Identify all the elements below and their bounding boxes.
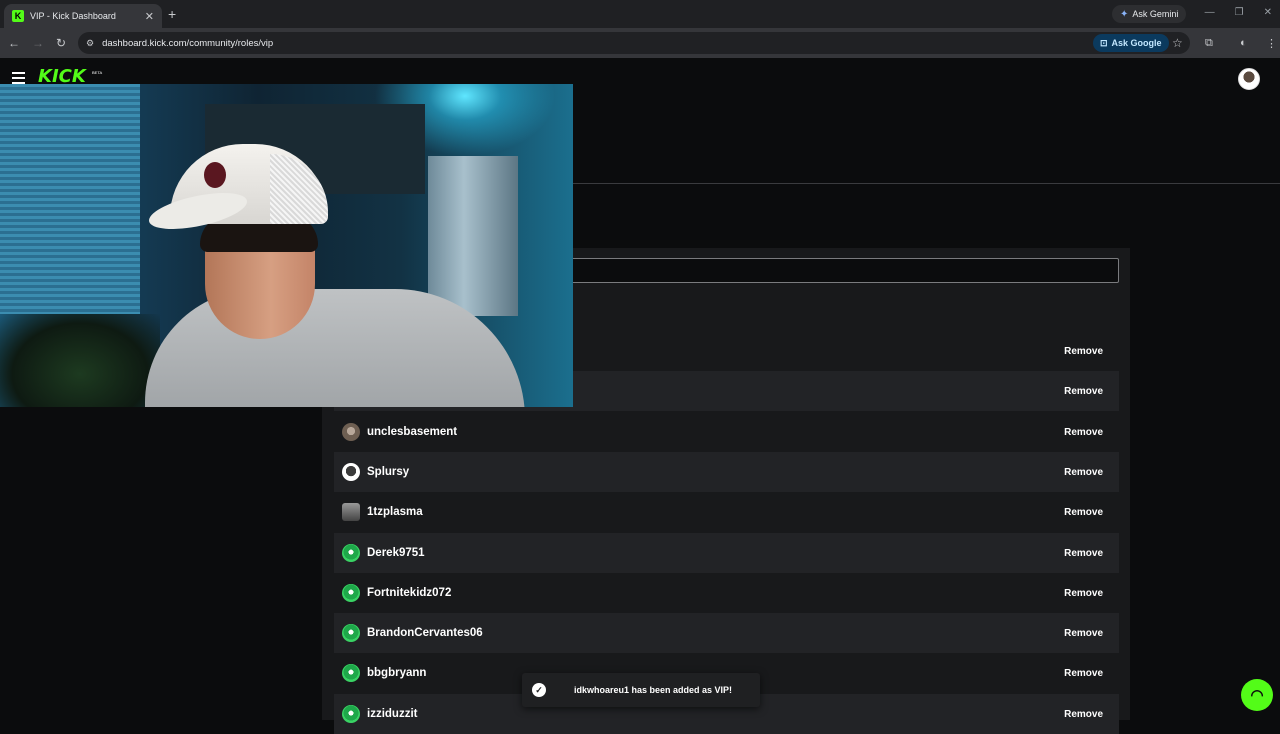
vip-avatar [342, 584, 360, 602]
restore-icon[interactable]: ❐ [1235, 7, 1244, 18]
vip-row: unclesbasement Remove [334, 412, 1119, 452]
reload-icon[interactable]: ↻ [56, 36, 66, 50]
header-divider [573, 183, 1280, 184]
tab-title: VIP - Kick Dashboard [30, 11, 116, 21]
remove-button[interactable]: Remove [1064, 346, 1103, 357]
remove-button[interactable]: Remove [1064, 588, 1103, 599]
vip-row: Derek9751 Remove [334, 533, 1119, 573]
vip-avatar [342, 624, 360, 642]
site-info-icon[interactable]: ⚙ [86, 38, 94, 49]
remove-button[interactable]: Remove [1064, 628, 1103, 639]
vip-row: Fortnitekidz072 Remove [334, 573, 1119, 613]
remove-button[interactable]: Remove [1064, 386, 1103, 397]
bookmark-star-icon[interactable]: ☆ [1172, 36, 1183, 50]
vip-row: BrandonCervantes06 Remove [334, 613, 1119, 653]
browser-tabbar: K VIP - Kick Dashboard ✕ + ✦ Ask Gemini … [0, 0, 1280, 28]
close-window-icon[interactable]: ✕ [1264, 7, 1272, 18]
vip-avatar [342, 423, 360, 441]
support-chat-button[interactable]: ◠ [1241, 679, 1273, 711]
toast-notification: ✓ idkwhoareu1 has been added as VIP! [522, 673, 760, 707]
remove-button[interactable]: Remove [1064, 548, 1103, 559]
vip-username[interactable]: Derek9751 [367, 547, 425, 559]
vip-username[interactable]: unclesbasement [367, 426, 457, 438]
beta-badge: BETA [92, 70, 103, 75]
vip-avatar [342, 503, 360, 521]
vip-avatar [342, 544, 360, 562]
window-controls: — ❐ ✕ [1205, 7, 1272, 18]
back-icon[interactable]: ← [8, 36, 20, 50]
ask-gemini-label: Ask Gemini [1132, 9, 1179, 19]
user-avatar[interactable] [1238, 68, 1260, 90]
vip-username[interactable]: bbgbryann [367, 667, 426, 679]
vip-username[interactable]: Fortnitekidz072 [367, 587, 451, 599]
ask-gemini-button[interactable]: ✦ Ask Gemini [1112, 5, 1187, 23]
vip-row: 1tzplasma Remove [334, 492, 1119, 532]
ask-google-button[interactable]: ⊡ Ask Google [1093, 34, 1169, 52]
lens-icon: ⊡ [1100, 37, 1108, 48]
close-tab-icon[interactable]: ✕ [145, 10, 154, 23]
remove-button[interactable]: Remove [1064, 709, 1103, 720]
gemini-spark-icon: ✦ [1120, 8, 1129, 20]
kick-favicon-icon: K [12, 10, 24, 22]
vip-username[interactable]: 1tzplasma [367, 506, 423, 518]
checkmark-icon: ✓ [532, 683, 546, 697]
remove-button[interactable]: Remove [1064, 427, 1103, 438]
headset-icon: ◠ [1250, 687, 1264, 704]
vip-avatar [342, 705, 360, 723]
remove-button[interactable]: Remove [1064, 467, 1103, 478]
url-field[interactable]: ⚙ dashboard.kick.com/community/roles/vip [78, 32, 1190, 54]
vip-row: Splursy Remove [334, 452, 1119, 492]
vip-avatar [342, 664, 360, 682]
remove-button[interactable]: Remove [1064, 668, 1103, 679]
ask-google-label: Ask Google [1111, 38, 1162, 48]
url-text: dashboard.kick.com/community/roles/vip [102, 37, 274, 49]
webcam-overlay [0, 84, 573, 407]
cast-icon[interactable]: ⧉ [1205, 37, 1213, 50]
vip-username[interactable]: Splursy [367, 466, 409, 478]
new-tab-icon[interactable]: + [168, 6, 176, 22]
forward-icon[interactable]: → [32, 36, 44, 50]
vip-username[interactable]: BrandonCervantes06 [367, 627, 483, 639]
vip-avatar [342, 463, 360, 481]
address-bar-row: ← → ↻ ⚙ dashboard.kick.com/community/rol… [0, 28, 1280, 58]
vip-search-input[interactable] [560, 258, 1119, 283]
menu-dots-icon[interactable]: ⋮ [1266, 37, 1277, 50]
minimize-icon[interactable]: — [1205, 7, 1215, 18]
browser-tab[interactable]: K VIP - Kick Dashboard ✕ [4, 4, 162, 28]
vip-username[interactable]: izziduzzit [367, 708, 417, 720]
toast-message: idkwhoareu1 has been added as VIP! [574, 685, 733, 695]
remove-button[interactable]: Remove [1064, 507, 1103, 518]
profile-icon[interactable]: ◐ [1240, 37, 1247, 49]
